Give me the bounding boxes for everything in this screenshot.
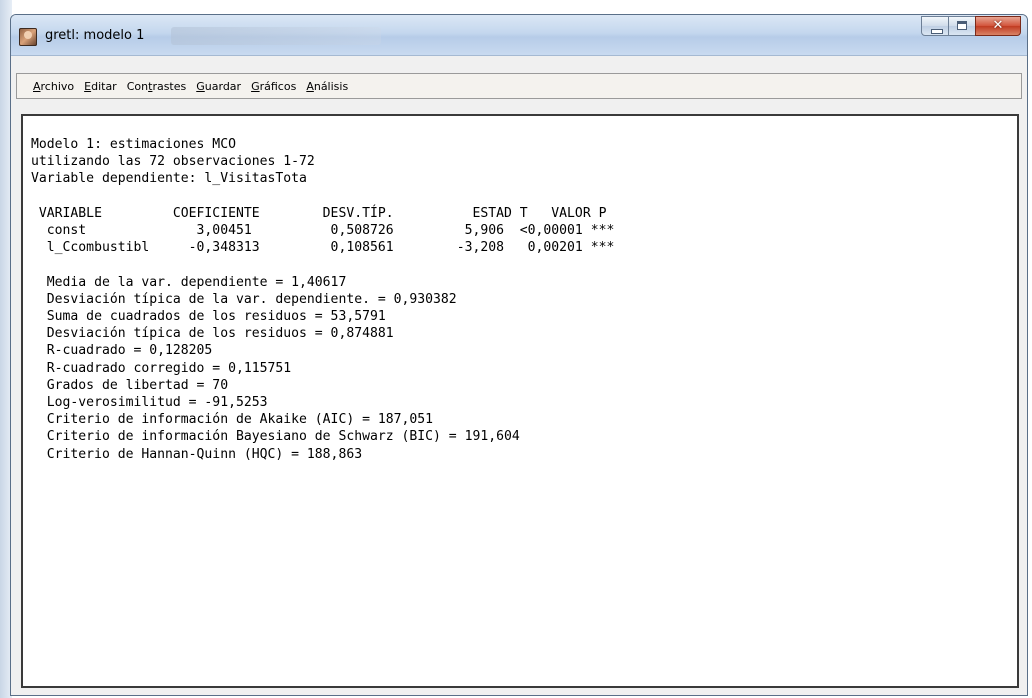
- maximize-button[interactable]: [948, 16, 976, 36]
- menu-guardar-mnemonic: G: [196, 79, 205, 93]
- stat-line: R-cuadrado = 0,128205: [31, 343, 213, 359]
- stat-line: Criterio de información Bayesiano de Sch…: [31, 429, 520, 445]
- menu-analisis[interactable]: Análisis: [306, 80, 348, 93]
- menu-archivo-mnemonic: A: [33, 79, 41, 93]
- maximize-icon: [957, 21, 967, 30]
- menu-archivo-post: rchivo: [40, 79, 75, 93]
- close-icon: ✕: [992, 18, 1004, 33]
- gretl-app-icon[interactable]: [19, 28, 37, 46]
- stat-line: Criterio de Hannan-Quinn (HQC) = 188,863: [31, 446, 363, 462]
- menu-guardar-post: uardar: [204, 79, 242, 93]
- output-header-line: Modelo 1: estimaciones MCO: [31, 137, 236, 152]
- menu-archivo[interactable]: Archivo: [33, 80, 74, 93]
- stat-line: Media de la var. dependiente = 1,40617: [31, 274, 347, 290]
- model-output-textview[interactable]: Modelo 1: estimaciones MCO utilizando las…: [21, 114, 1019, 688]
- model-window: gretl: modelo 1 ✕ Archivo Editar Contras…: [10, 14, 1028, 696]
- output-header-line: Variable dependiente: l_VisitasTota: [31, 171, 307, 187]
- menu-contrastes-pre: Con: [126, 79, 149, 93]
- stat-line: Desviación típica de los residuos = 0,87…: [31, 326, 394, 342]
- menu-graficos[interactable]: Gráficos: [251, 80, 296, 93]
- menu-contrastes[interactable]: Contrastes: [127, 80, 187, 93]
- stat-line: Desviación típica de la var. dependiente…: [31, 291, 457, 307]
- stat-line: Suma de cuadrados de los residuos = 53,5…: [31, 309, 386, 324]
- minimize-icon: [931, 29, 943, 34]
- model-output-text: Modelo 1: estimaciones MCO utilizando las…: [23, 116, 1017, 463]
- menu-analisis-post: nálisis: [313, 79, 349, 93]
- menu-graficos-post: ráficos: [259, 79, 297, 93]
- coefficient-table-header: VARIABLE COEFICIENTE DESV.TÍP. ESTAD T V…: [31, 205, 607, 221]
- close-button[interactable]: ✕: [975, 16, 1021, 36]
- coefficient-row-l-ccombustibl: l_Ccombustibl -0,348313 0,108561 -3,208 …: [31, 240, 615, 256]
- window-caption-buttons: ✕: [921, 16, 1021, 36]
- menu-contrastes-post: rastes: [152, 79, 187, 93]
- menu-guardar[interactable]: Guardar: [196, 80, 241, 93]
- stat-line: Criterio de información de Akaike (AIC) …: [31, 412, 434, 428]
- menu-editar-post: ditar: [91, 79, 117, 93]
- stat-line: Grados de libertad = 70: [31, 377, 229, 393]
- menu-analisis-mnemonic: A: [306, 79, 314, 93]
- menu-bar: Archivo Editar Contrastes Guardar Gráfic…: [16, 73, 1022, 99]
- stat-line: Log-verosimilitud = -91,5253: [31, 395, 268, 411]
- output-header-line: utilizando las 72 observaciones 1-72: [31, 154, 315, 170]
- blurred-title-area: [171, 27, 381, 45]
- menu-editar[interactable]: Editar: [84, 80, 117, 93]
- title-bar[interactable]: gretl: modelo 1 ✕: [11, 15, 1027, 56]
- stat-line: R-cuadrado corregido = 0,115751: [31, 360, 292, 376]
- window-title: gretl: modelo 1: [45, 28, 145, 43]
- coefficient-row-const: const 3,00451 0,508726 5,906 <0,00001 **…: [31, 223, 615, 238]
- minimize-button[interactable]: [921, 16, 949, 36]
- menu-graficos-mnemonic: G: [251, 79, 260, 93]
